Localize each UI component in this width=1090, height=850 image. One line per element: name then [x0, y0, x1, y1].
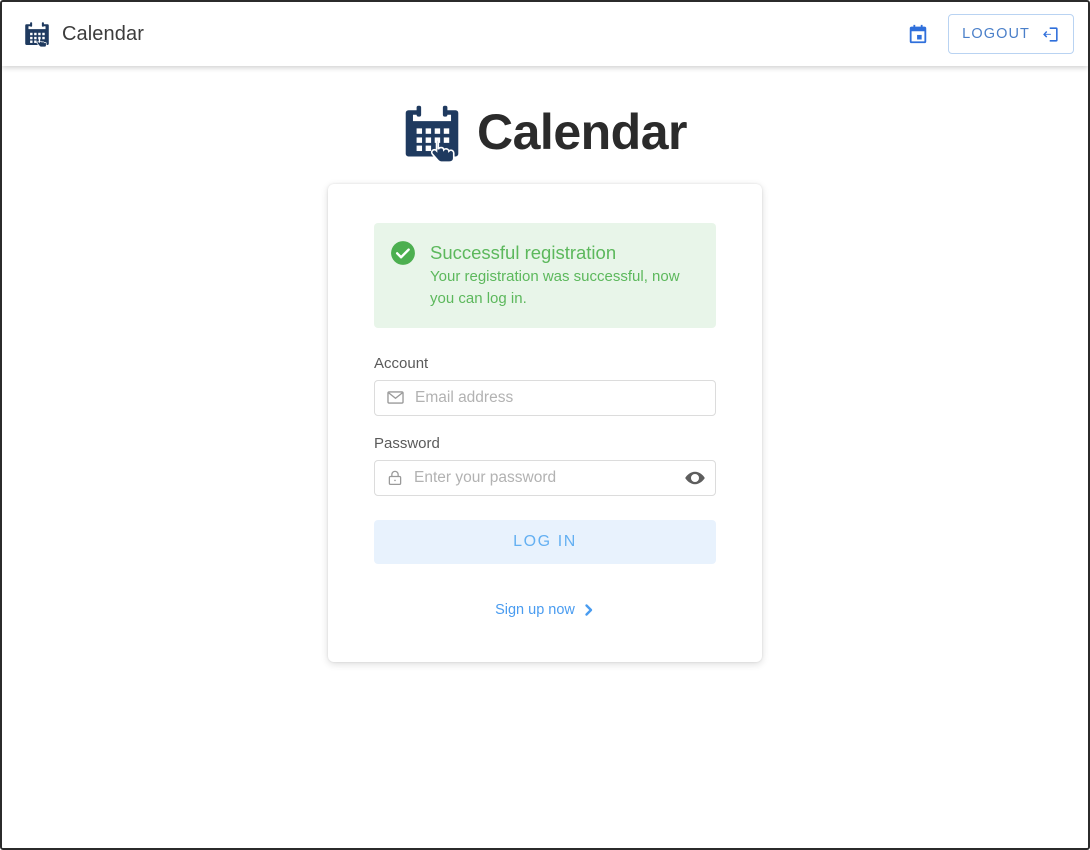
check-circle-icon	[390, 240, 416, 266]
logout-arrow-icon	[1041, 25, 1060, 44]
logout-button[interactable]: LOGOUT	[948, 14, 1074, 54]
login-card: Successful registration Your registratio…	[328, 184, 762, 662]
app-bar: Calendar LOGOUT	[2, 2, 1088, 66]
signup-link-label: Sign up now	[495, 601, 575, 618]
success-alert-body: Successful registration Your registratio…	[430, 240, 696, 310]
success-alert-title: Successful registration	[430, 242, 617, 263]
calendar-hand-icon	[403, 102, 461, 162]
calendar-event-icon-button[interactable]	[898, 14, 938, 54]
signup-link[interactable]: Sign up now	[374, 602, 716, 618]
page-title-text: Calendar	[477, 104, 687, 160]
lock-icon	[386, 469, 404, 487]
brand[interactable]: Calendar	[24, 21, 144, 47]
chevron-right-icon	[583, 603, 595, 617]
calendar-hand-icon	[24, 21, 50, 47]
envelope-icon	[386, 388, 405, 407]
password-field-group: Password	[374, 435, 716, 496]
logout-button-label: LOGOUT	[962, 26, 1030, 42]
page-title: Calendar	[2, 102, 1088, 162]
eye-icon[interactable]	[684, 467, 706, 489]
page-body: Calendar Successful registration Your re…	[2, 66, 1088, 848]
account-label: Account	[374, 354, 429, 372]
password-input-wrap[interactable]	[374, 459, 716, 496]
account-field-group: Account	[374, 355, 716, 416]
brand-label: Calendar	[62, 22, 144, 45]
success-alert-message: Your registration was successful, now yo…	[430, 268, 680, 307]
login-button[interactable]: LOG IN	[374, 519, 716, 564]
calendar-event-icon	[907, 23, 929, 45]
email-input[interactable]	[415, 388, 706, 407]
password-input[interactable]	[414, 468, 674, 487]
account-input-wrap[interactable]	[374, 379, 716, 416]
password-label: Password	[374, 434, 440, 452]
browser-window: Calendar LOGOUT Calendar Successful regi…	[0, 0, 1090, 850]
success-alert: Successful registration Your registratio…	[374, 223, 716, 328]
